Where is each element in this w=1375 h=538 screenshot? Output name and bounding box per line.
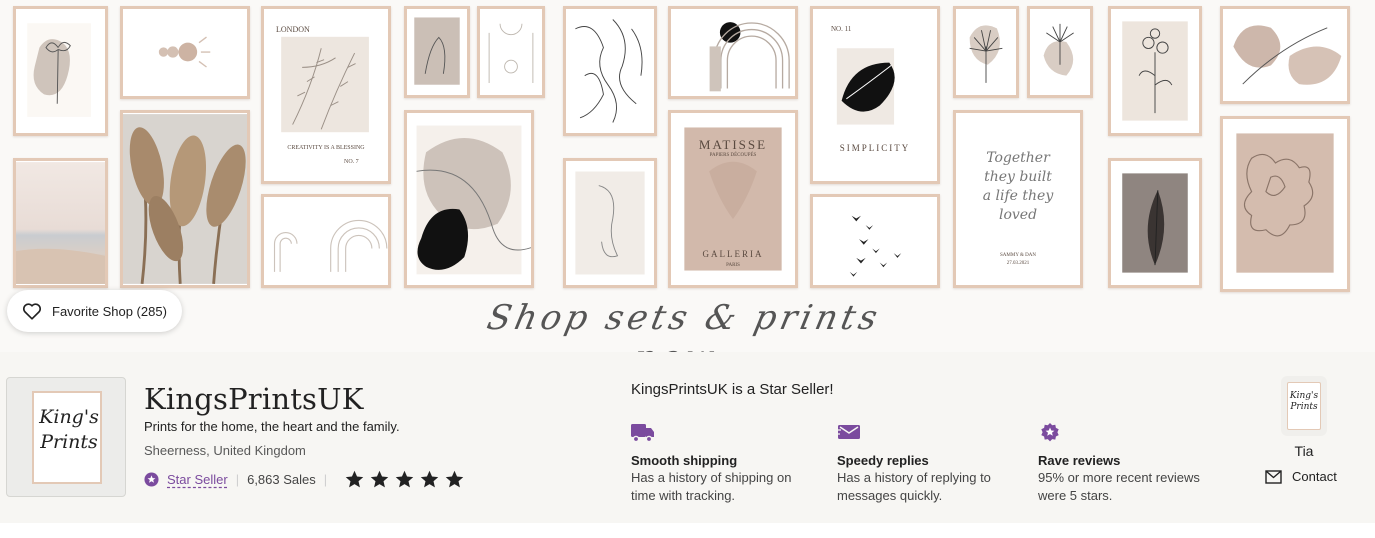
print-together-quote: Together they built a life they loved SA… xyxy=(953,110,1083,288)
shop-tagline: Prints for the home, the heart and the f… xyxy=(144,419,400,434)
print-together-names: SAMMY & DAN xyxy=(1000,253,1036,258)
star-icon xyxy=(395,470,414,487)
star-icon xyxy=(345,470,364,487)
print-flower-beige xyxy=(13,6,108,136)
print-london-footer: CREATIVITY IS A BLESSING xyxy=(287,145,365,151)
print-line-body xyxy=(404,6,470,98)
print-beach xyxy=(13,158,108,288)
print-abstract-black-blob xyxy=(404,110,534,288)
print-together-quote-text: Together they built a life they loved xyxy=(982,150,1054,223)
print-matisse-title: MATISSE xyxy=(698,137,768,152)
star-seller-title: KingsPrintsUK is a Star Seller! xyxy=(631,381,834,398)
print-birds xyxy=(810,194,940,288)
print-pampas-grass xyxy=(120,110,250,288)
print-simplicity-title: SIMPLICITY xyxy=(839,143,911,153)
owner-avatar-text: King's Prints xyxy=(1289,391,1319,412)
print-line-face-single xyxy=(563,158,657,288)
seller-stats-row: Star Seller | 6,863 Sales | xyxy=(144,468,465,490)
sales-count: 6,863 Sales xyxy=(247,471,316,487)
print-matisse-cutout xyxy=(1220,116,1350,292)
print-moon-sun xyxy=(120,6,250,99)
print-abstract-shapes xyxy=(1220,6,1350,104)
print-simplicity-leaf: NO. 11 SIMPLICITY xyxy=(810,6,940,184)
rating-stars[interactable] xyxy=(344,469,465,490)
feature-description: 95% or more recent reviews were 5 stars. xyxy=(1038,470,1200,503)
star-badge-icon xyxy=(1041,423,1059,442)
shop-location: Sheerness, United Kingdom xyxy=(144,443,306,458)
print-simplicity-number: NO. 11 xyxy=(831,25,852,33)
shop-logo-text: King's Prints xyxy=(39,406,99,453)
star-seller-badge-icon xyxy=(144,471,159,487)
print-matisse-footer: GALLERIA xyxy=(702,249,764,259)
star-icon xyxy=(420,470,439,487)
print-matisse-city: PARIS xyxy=(726,263,740,268)
feature-description: Has a history of replying to messages qu… xyxy=(837,470,991,503)
print-together-date: 27.03.2021 xyxy=(1006,261,1030,266)
favorite-shop-label: Favorite Shop (285) xyxy=(52,303,167,319)
print-london-number: NO. 7 xyxy=(344,159,359,165)
contact-button[interactable]: Contact xyxy=(1265,469,1337,484)
shop-logo-frame: King's Prints xyxy=(32,391,102,484)
favorite-shop-button[interactable]: Favorite Shop (285) xyxy=(7,290,182,332)
shop-owner-avatar[interactable]: King's Prints xyxy=(1287,382,1321,430)
feature-smooth-shipping: Smooth shipping Has a history of shippin… xyxy=(631,422,811,505)
truck-icon xyxy=(631,424,654,443)
feature-title: Smooth shipping xyxy=(631,453,738,468)
print-matisse: MATISSE PAPIERS DÉCOUPÉS GALLERIA PARIS xyxy=(668,110,798,288)
contact-label: Contact xyxy=(1292,469,1337,484)
star-icon xyxy=(370,470,389,487)
print-palm-leaf xyxy=(953,6,1019,98)
shop-owner-name[interactable]: Tia xyxy=(1280,443,1328,459)
print-arches xyxy=(261,194,391,288)
print-matisse-sub: PAPIERS DÉCOUPÉS xyxy=(709,153,757,158)
mail-icon xyxy=(1265,469,1282,484)
star-seller-link[interactable]: Star Seller xyxy=(167,472,228,487)
print-london-title: LONDON xyxy=(276,25,310,34)
divider: | xyxy=(235,471,240,487)
print-line-faces xyxy=(563,6,657,136)
feature-speedy-replies: Speedy replies Has a history of replying… xyxy=(837,422,1017,505)
print-fan-leaf xyxy=(1027,6,1093,98)
print-rainbow-arch xyxy=(668,6,798,99)
feature-title: Rave reviews xyxy=(1038,453,1121,468)
feature-rave-reviews: Rave reviews 95% or more recent reviews … xyxy=(1038,422,1218,505)
shop-info-panel: King's Prints KingsPrintsUK Prints for t… xyxy=(0,352,1375,523)
banner-caption-text: Shop sets & prints now xyxy=(483,298,885,352)
message-icon xyxy=(837,425,860,439)
print-sun-circle xyxy=(477,6,545,98)
star-icon xyxy=(445,470,464,487)
shop-name: KingsPrintsUK xyxy=(144,382,364,416)
shop-logo[interactable]: King's Prints xyxy=(6,377,126,497)
print-dark-leaf xyxy=(1108,158,1202,288)
heart-icon xyxy=(22,303,42,320)
shop-banner: LONDON CREATIVITY IS A BLESSING NO. 7 MA… xyxy=(0,0,1375,352)
feature-title: Speedy replies xyxy=(837,453,929,468)
banner-caption: Shop sets & prints now xyxy=(450,296,910,352)
divider: | xyxy=(323,471,328,487)
print-wildflower xyxy=(1108,6,1202,136)
feature-description: Has a history of shipping on time with t… xyxy=(631,470,792,503)
print-london-leaves: LONDON CREATIVITY IS A BLESSING NO. 7 xyxy=(261,6,391,184)
